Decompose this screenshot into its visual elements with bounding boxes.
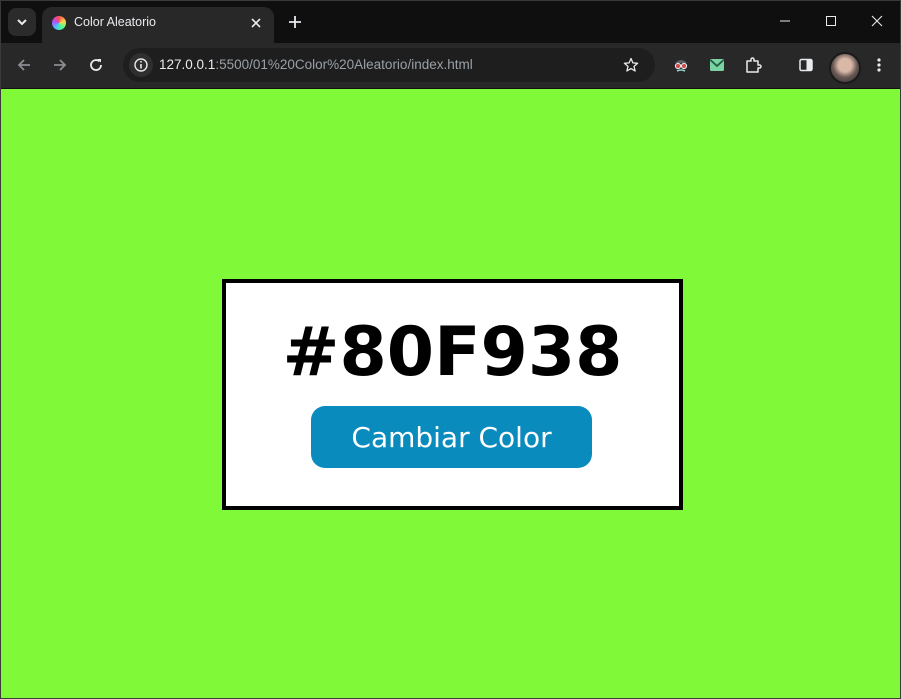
change-color-button[interactable]: Cambiar Color [311,406,592,468]
tab-title: Color Aleatorio [74,15,156,29]
address-bar[interactable]: 127.0.0.1:5500/01%20Color%20Aleatorio/in… [123,48,655,82]
plus-icon [289,16,301,28]
page-viewport: #80F938 Cambiar Color [1,89,900,698]
new-tab-button[interactable] [282,9,308,35]
browser-toolbar: 127.0.0.1:5500/01%20Color%20Aleatorio/in… [1,43,900,89]
puzzle-icon [746,57,762,73]
back-arrow-icon [17,59,30,71]
star-icon [623,57,639,72]
hex-color-label: #80F938 [282,313,623,392]
browser-window: Color Aleatorio 127.0.0.1:5500/01%20Colo… [0,0,901,699]
bookmark-button[interactable] [621,55,641,75]
window-controls [762,1,900,41]
minimize-icon [780,20,790,22]
mail-extension-icon [709,59,725,71]
browser-menu-button[interactable] [867,53,891,77]
info-icon [134,58,148,72]
close-icon [871,15,883,27]
side-panel-icon [799,58,813,72]
side-panel-button[interactable] [794,53,818,77]
url-path: :5500/01%20Color%20Aleatorio/index.html [215,57,473,72]
active-tab[interactable]: Color Aleatorio [42,7,274,43]
site-info-button[interactable] [129,53,153,77]
forward-button[interactable] [46,51,74,79]
spy-extension-button[interactable] [669,53,693,77]
tab-close-button[interactable] [246,13,266,33]
reload-button[interactable] [82,51,110,79]
mail-extension-button[interactable] [705,53,729,77]
url-host: 127.0.0.1 [159,57,216,72]
color-card: #80F938 Cambiar Color [222,279,683,510]
extensions-button[interactable] [741,53,765,77]
maximize-button[interactable] [808,1,854,41]
kebab-menu-icon [877,58,881,72]
url-text: 127.0.0.1:5500/01%20Color%20Aleatorio/in… [159,57,473,72]
spy-extension-icon [674,60,688,72]
forward-arrow-icon [54,59,67,71]
chevron-down-icon [17,19,27,26]
close-window-button[interactable] [854,1,900,41]
minimize-button[interactable] [762,1,808,41]
tab-strip: Color Aleatorio [1,1,900,43]
color-wheel-favicon-icon [52,16,66,30]
back-button[interactable] [10,51,38,79]
profile-avatar[interactable] [829,52,861,84]
close-icon [251,18,261,28]
maximize-icon [826,16,836,26]
reload-icon [90,59,102,71]
tab-search-button[interactable] [8,8,36,36]
